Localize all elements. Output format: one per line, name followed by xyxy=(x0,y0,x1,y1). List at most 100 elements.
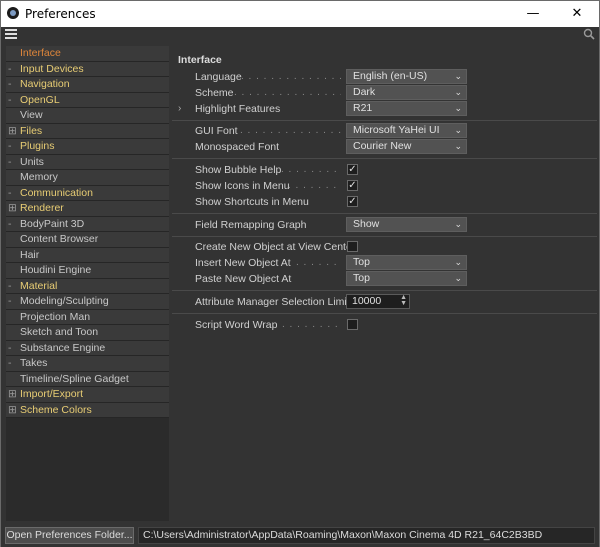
chevron-down-icon: ⌄ xyxy=(454,219,462,229)
sidebar-item-projection-man[interactable]: Projection Man xyxy=(6,309,169,325)
sidebar-item-label: Timeline/Spline Gadget xyxy=(20,372,129,385)
sidebar-item-modeling-sculpting[interactable]: - Modeling/Sculpting xyxy=(6,294,169,310)
sidebar-item-material[interactable]: - Material xyxy=(6,278,169,294)
sidebar-item-memory[interactable]: Memory xyxy=(6,170,169,186)
spinner-arrows-icon[interactable]: ▲ ▼ xyxy=(400,294,407,307)
sidebar-item-input-devices[interactable]: - Input Devices xyxy=(6,61,169,77)
sidebar-item-scheme-colors[interactable]: ⊞ Scheme Colors xyxy=(6,402,169,418)
create-at-center-row: Create New Object at View Center xyxy=(172,239,597,255)
interface-settings-panel: Interface Language . . . . . . . . . . .… xyxy=(172,46,597,521)
language-row: Language . . . . . . . . . . . . . . . .… xyxy=(172,69,597,85)
chevron-down-icon: ⌄ xyxy=(454,273,462,283)
sidebar-item-timeline-spline-gadget[interactable]: Timeline/Spline Gadget xyxy=(6,371,169,387)
chevron-down-icon: ⌄ xyxy=(454,257,462,267)
sidebar-item-files[interactable]: ⊞ Files xyxy=(6,123,169,139)
footer-bar: Open Preferences Folder... C:\Users\Admi… xyxy=(1,525,599,547)
sidebar-item-plugins[interactable]: - Plugins xyxy=(6,139,169,155)
script-word-wrap-row: Script Word Wrap . . . . . . . . . xyxy=(172,317,597,333)
icons-in-menu-checkbox[interactable]: ✓ xyxy=(347,180,358,191)
sidebar-item-label: Plugins xyxy=(20,140,55,152)
close-button[interactable]: ✕ xyxy=(555,1,599,27)
sidebar-item-label: Input Devices xyxy=(20,62,84,75)
sidebar-item-label: Interface xyxy=(20,47,61,59)
sidebar-item-label: Scheme Colors xyxy=(20,403,92,416)
shortcuts-in-menu-checkbox[interactable]: ✓ xyxy=(347,196,358,207)
gui-font-value: Microsoft YaHei UI xyxy=(353,124,440,136)
script-word-wrap-checkbox[interactable] xyxy=(347,319,358,330)
scheme-dropdown[interactable]: Dark ⌄ xyxy=(346,85,467,100)
title-bar: Preferences — ✕ xyxy=(1,1,599,27)
sidebar-item-view[interactable]: View xyxy=(6,108,169,124)
hamburger-icon[interactable] xyxy=(5,29,17,41)
field-remapping-dropdown[interactable]: Show ⌄ xyxy=(346,217,467,232)
shortcuts-in-menu-row: Show Shortcuts in Menu ✓ xyxy=(172,194,597,210)
scheme-row: Scheme . . . . . . . . . . . . . . . . .… xyxy=(172,85,597,101)
sidebar-item-communication[interactable]: - Communication xyxy=(6,185,169,201)
open-preferences-folder-button[interactable]: Open Preferences Folder... xyxy=(5,527,134,544)
divider xyxy=(172,158,597,159)
sidebar-item-label: Files xyxy=(20,124,43,137)
sidebar-item-sketch-and-toon[interactable]: Sketch and Toon xyxy=(6,325,169,341)
language-value: English (en-US) xyxy=(353,70,428,82)
sidebar-item-label: View xyxy=(20,109,43,121)
monospaced-font-dropdown[interactable]: Courier New ⌄ xyxy=(346,139,467,154)
sidebar-item-opengl[interactable]: - OpenGL xyxy=(6,92,169,108)
sidebar-item-label: OpenGL xyxy=(20,93,60,106)
attribute-limit-input[interactable]: 10000 ▲ ▼ xyxy=(346,294,410,309)
sidebar-item-label: Communication xyxy=(20,186,93,199)
sidebar-item-houdini-engine[interactable]: Houdini Engine xyxy=(6,263,169,279)
divider xyxy=(172,313,597,314)
sidebar-item-navigation[interactable]: - Navigation xyxy=(6,77,169,93)
expand-arrow-icon[interactable]: › xyxy=(178,103,181,114)
gui-font-dropdown[interactable]: Microsoft YaHei UI ⌄ xyxy=(346,123,467,138)
divider xyxy=(172,213,597,214)
highlight-features-value: R21 xyxy=(353,102,373,114)
minimize-button[interactable]: — xyxy=(511,1,555,27)
chevron-down-icon: ⌄ xyxy=(454,103,462,113)
sidebar-item-interface[interactable]: Interface xyxy=(6,46,169,62)
script-word-wrap-label: Script Word Wrap xyxy=(195,319,278,331)
preferences-path-field[interactable]: C:\Users\Administrator\AppData\Roaming\M… xyxy=(138,527,595,544)
chevron-down-icon: ⌄ xyxy=(454,125,462,135)
monospaced-font-row: Monospaced Font Courier New ⌄ xyxy=(172,139,597,155)
insert-new-object-row: Insert New Object At . . . . . . . Top ⌄ xyxy=(172,255,597,271)
sidebar-item-units[interactable]: - Units xyxy=(6,154,169,170)
shortcuts-in-menu-label: Show Shortcuts in Menu xyxy=(195,196,309,208)
language-dropdown[interactable]: English (en-US) ⌄ xyxy=(346,69,467,84)
chevron-down-icon: ⌄ xyxy=(454,71,462,81)
bubble-help-checkbox[interactable]: ✓ xyxy=(347,164,358,175)
create-at-center-checkbox[interactable] xyxy=(347,241,358,252)
sidebar-item-renderer[interactable]: ⊞ Renderer xyxy=(6,201,169,217)
monospaced-font-value: Courier New xyxy=(353,140,412,152)
sidebar-item-hair[interactable]: Hair xyxy=(6,247,169,263)
chevron-down-icon: ⌄ xyxy=(454,87,462,97)
attribute-limit-row: Attribute Manager Selection Limit 10000 … xyxy=(172,294,597,310)
highlight-features-dropdown[interactable]: R21 ⌄ xyxy=(346,101,467,116)
paste-new-object-dropdown[interactable]: Top ⌄ xyxy=(346,271,467,286)
attribute-limit-label: Attribute Manager Selection Limit xyxy=(195,296,350,308)
sidebar-item-content-browser[interactable]: Content Browser xyxy=(6,232,169,248)
bubble-help-label: Show Bubble Help xyxy=(195,164,282,176)
preferences-category-list: Interface - Input Devices - Navigation - OpenG… xyxy=(6,46,169,521)
insert-new-object-label: Insert New Object At xyxy=(195,257,291,269)
window-title: Preferences xyxy=(25,7,96,21)
divider xyxy=(172,120,597,121)
sidebar-item-takes[interactable]: - Takes xyxy=(6,356,169,372)
highlight-features-row: › Highlight Features R21 ⌄ xyxy=(172,101,597,117)
sidebar-item-label: Memory xyxy=(20,171,58,183)
sidebar-item-label: Navigation xyxy=(20,78,70,90)
icons-in-menu-row: Show Icons in Menu . . . . . . . . ✓ xyxy=(195,180,358,192)
insert-new-object-value: Top xyxy=(353,256,370,268)
sidebar-item-bodypaint-3d[interactable]: - BodyPaint 3D xyxy=(6,216,169,232)
section-title: Interface xyxy=(178,54,222,66)
search-icon[interactable] xyxy=(583,28,595,40)
sidebar-item-label: Takes xyxy=(20,357,48,369)
sidebar-item-substance-engine[interactable]: - Substance Engine xyxy=(6,340,169,356)
sidebar-item-label: Projection Man xyxy=(20,310,91,323)
field-remapping-row: Field Remapping Graph Show ⌄ xyxy=(172,217,597,233)
monospaced-font-label: Monospaced Font xyxy=(195,141,280,153)
insert-new-object-dropdown[interactable]: Top ⌄ xyxy=(346,255,467,270)
sidebar-item-import-export[interactable]: ⊞ Import/Export xyxy=(6,387,169,403)
field-remapping-value: Show xyxy=(353,218,380,230)
gui-font-row: GUI Font . . . . . . . . . . . . . . . .… xyxy=(172,123,597,139)
